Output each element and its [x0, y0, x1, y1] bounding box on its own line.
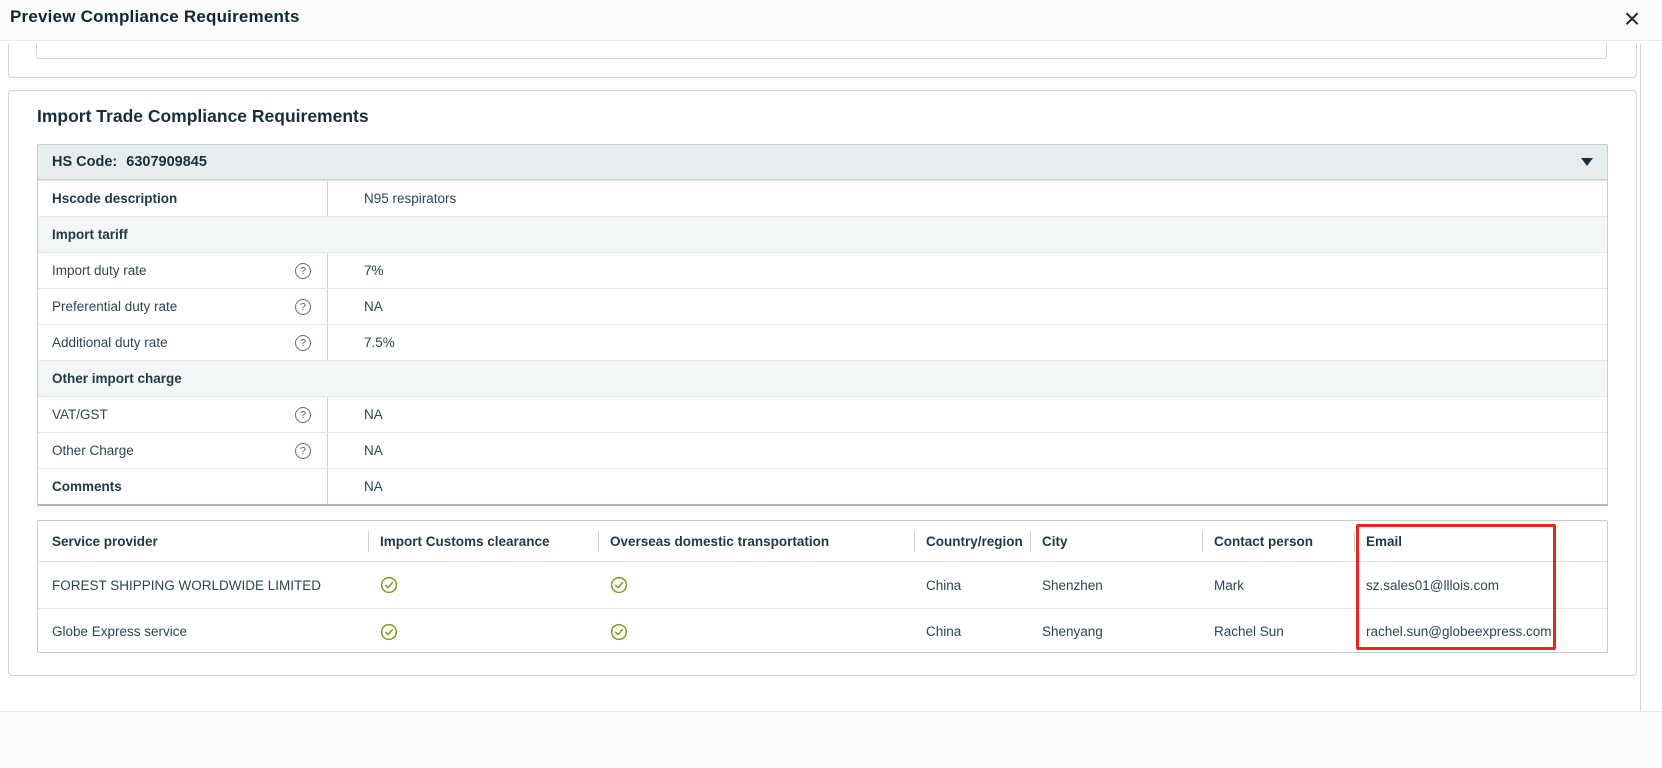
- row-value: N95 respirators: [364, 191, 457, 206]
- table-row: Preferential duty rate ? NA: [38, 288, 1607, 324]
- row-value: NA: [364, 407, 383, 422]
- modal-title: Preview Compliance Requirements: [10, 7, 300, 26]
- table-row: Globe Express service China Shenyang Rac…: [38, 608, 1607, 654]
- provider-country: China: [926, 624, 962, 639]
- column-header-overseas-domestic-transportation: Overseas domestic transportation: [598, 521, 914, 561]
- hs-code-header[interactable]: HS Code: 6307909845: [38, 145, 1607, 180]
- check-circle-icon: [610, 576, 628, 594]
- import-compliance-card: Import Trade Compliance Requirements HS …: [8, 90, 1637, 676]
- provider-table-header: Service provider Import Customs clearanc…: [38, 521, 1607, 562]
- provider-country: China: [926, 577, 962, 593]
- check-circle-icon: [380, 576, 398, 594]
- page-title: Import Trade Compliance Requirements: [37, 106, 369, 126]
- row-value: 7%: [364, 263, 384, 278]
- table-row: Import duty rate ? 7%: [38, 252, 1607, 288]
- modal-footer: PDF Download PDF Print Cancel: [0, 711, 1662, 768]
- table-row: FOREST SHIPPING WORLDWIDE LIMITED China …: [38, 562, 1607, 608]
- close-icon[interactable]: ×: [1616, 1, 1648, 37]
- provider-email: rachel.sun@globeexpress.com: [1366, 624, 1552, 639]
- preview-compliance-modal: Preview Compliance Requirements × Import…: [0, 0, 1662, 768]
- row-label: Other Charge: [52, 443, 134, 458]
- column-header-import-customs-clearance: Import Customs clearance: [368, 521, 598, 561]
- row-label: VAT/GST: [52, 407, 108, 422]
- column-header-email: Email: [1354, 521, 1607, 561]
- row-label: Additional duty rate: [52, 335, 168, 350]
- service-provider-table: Service provider Import Customs clearanc…: [37, 520, 1608, 653]
- column-header-contact-person: Contact person: [1202, 521, 1354, 561]
- table-row: Other Charge ? NA: [38, 432, 1607, 468]
- section-row: Other import charge: [38, 360, 1607, 396]
- column-header-city: City: [1030, 521, 1202, 561]
- section-label: Import tariff: [52, 227, 128, 242]
- provider-email: sz.sales01@lllois.com: [1366, 577, 1499, 593]
- hs-code-value: 6307909845: [126, 154, 207, 170]
- provider-contact: Rachel Sun: [1214, 624, 1284, 639]
- row-value: NA: [364, 299, 383, 314]
- section-row: Import tariff: [38, 216, 1607, 252]
- provider-contact: Mark: [1214, 577, 1244, 593]
- row-label: Import duty rate: [52, 263, 147, 278]
- table-row: Hscode description N95 respirators: [38, 180, 1607, 216]
- check-circle-icon: [610, 623, 628, 641]
- modal-header: Preview Compliance Requirements ×: [0, 0, 1662, 41]
- provider-name: FOREST SHIPPING WORLDWIDE LIMITED: [52, 577, 322, 593]
- provider-city: Shenzhen: [1042, 577, 1103, 593]
- check-circle-icon: [380, 623, 398, 641]
- help-icon[interactable]: ?: [295, 406, 311, 423]
- table-row: VAT/GST ? NA: [38, 396, 1607, 432]
- hs-code-panel: HS Code: 6307909845 Hscode description N…: [37, 144, 1608, 506]
- row-value: NA: [364, 443, 383, 458]
- row-label: Hscode description: [52, 191, 178, 206]
- table-row: Additional duty rate ? 7.5%: [38, 324, 1607, 360]
- row-label: Preferential duty rate: [52, 299, 178, 314]
- row-label: Comments: [52, 479, 122, 494]
- row-value: NA: [364, 479, 383, 494]
- previous-table-partial: [36, 44, 1607, 59]
- column-header-service-provider: Service provider: [52, 533, 158, 549]
- chevron-down-icon[interactable]: [1581, 158, 1593, 166]
- help-icon[interactable]: ?: [295, 334, 311, 351]
- help-icon[interactable]: ?: [295, 298, 311, 315]
- help-icon[interactable]: ?: [295, 262, 311, 279]
- help-icon[interactable]: ?: [295, 442, 311, 459]
- section-label: Other import charge: [52, 371, 182, 386]
- hs-code-label: HS Code:: [52, 154, 118, 170]
- provider-city: Shenyang: [1042, 624, 1103, 639]
- scrollbar-track[interactable]: [1640, 44, 1662, 711]
- table-row: Comments NA: [38, 468, 1607, 504]
- row-value: 7.5%: [364, 335, 395, 350]
- column-header-country-region: Country/region: [914, 521, 1030, 561]
- previous-card-partial: [8, 44, 1637, 78]
- provider-name: Globe Express service: [52, 624, 188, 639]
